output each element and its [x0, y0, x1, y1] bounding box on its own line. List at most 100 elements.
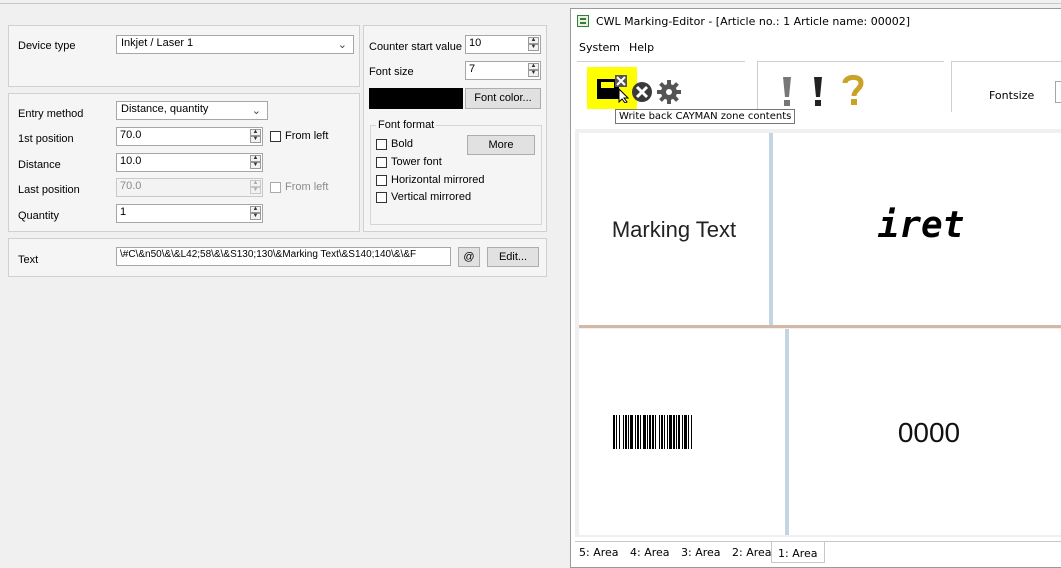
barcode-bar — [676, 415, 677, 449]
spin-down-button[interactable]: ▼ — [250, 213, 261, 220]
bold-checkbox[interactable] — [376, 139, 387, 150]
area-tabs: 5: Area 4: Area 3: Area 2: Area 1: Area — [575, 541, 1061, 564]
spin-up-button[interactable]: ▲ — [250, 129, 261, 136]
zone-1-text: Marking Text — [611, 217, 737, 242]
barcode-bar — [655, 415, 656, 449]
text-value: \#C\&n50\&\&L42;58\&\&S130;130\&Marking … — [120, 249, 417, 260]
cancel-icon — [632, 82, 652, 102]
zone-area: Marking Text iret 0000 — [575, 129, 1061, 537]
barcode-bar — [637, 415, 639, 449]
vertical-mirrored-checkbox[interactable] — [376, 192, 387, 203]
last-position-label: Last position — [18, 184, 80, 196]
menu-system[interactable]: System — [579, 41, 620, 54]
spin-down-button[interactable]: ▼ — [528, 44, 539, 51]
marking-editor-window: CWL Marking-Editor - [Article no.: 1 Art… — [570, 8, 1061, 568]
spin-down-button[interactable]: ▼ — [250, 162, 261, 169]
device-type-select[interactable]: Inkjet / Laser 1 ⌄ — [116, 35, 354, 54]
exclamation-icon — [814, 77, 822, 106]
spin-up-button[interactable]: ▲ — [528, 63, 539, 70]
tower-font-label: Tower font — [391, 156, 442, 168]
barcode-bar — [652, 415, 654, 449]
spin-up-button: ▲ — [250, 180, 261, 187]
spin-down-button[interactable]: ▼ — [250, 136, 261, 143]
tower-font-checkbox[interactable] — [376, 157, 387, 168]
from-left-checkbox[interactable] — [270, 131, 281, 142]
barcode-bar — [619, 415, 620, 449]
barcode-bar — [661, 415, 663, 449]
chevron-down-icon: ⌄ — [251, 105, 261, 117]
save-button[interactable] — [595, 73, 630, 104]
barcode-icon — [613, 415, 692, 449]
spin-down-button[interactable]: ▼ — [528, 70, 539, 77]
barcode-bar — [628, 415, 629, 449]
zone-2[interactable]: iret — [773, 133, 1061, 325]
barcode-bar — [640, 415, 641, 449]
save-icon — [597, 75, 630, 104]
spin-down-button: ▼ — [250, 187, 261, 194]
barcode-bar — [682, 415, 683, 449]
quantity-input[interactable]: 1 ▲ ▼ — [116, 204, 263, 223]
tab-area-5[interactable]: 5: Area — [579, 546, 619, 559]
tab-area-4[interactable]: 4: Area — [630, 546, 670, 559]
fontsize-input[interactable] — [1055, 81, 1061, 103]
font-format-title: Font format — [376, 119, 437, 131]
device-type-value: Inkjet / Laser 1 — [121, 37, 194, 49]
horizontal-mirrored-checkbox[interactable] — [376, 175, 387, 186]
settings-button[interactable] — [657, 80, 681, 104]
spin-up-button[interactable]: ▲ — [250, 155, 261, 162]
gear-icon — [657, 80, 681, 104]
tab-area-1[interactable]: 1: Area — [771, 542, 825, 563]
tooltip: Write back CAYMAN zone contents — [615, 109, 796, 124]
device-type-label: Device type — [18, 40, 76, 52]
menu-help[interactable]: Help — [629, 41, 654, 54]
zone-divider-h[interactable] — [579, 325, 1061, 328]
counter-start-input[interactable]: 10 ▲ ▼ — [465, 35, 541, 54]
edit-button[interactable]: Edit... — [487, 247, 539, 267]
distance-input[interactable]: 10.0 ▲ ▼ — [116, 153, 263, 172]
barcode-bar — [647, 415, 648, 449]
toolbar-group-3 — [951, 61, 1061, 112]
font-size-value: 7 — [469, 63, 476, 75]
tab-area-2[interactable]: 2: Area — [732, 546, 772, 559]
tab-area-3[interactable]: 3: Area — [681, 546, 721, 559]
vertical-mirrored-label: Vertical mirrored — [391, 191, 472, 203]
zone-1[interactable]: Marking Text — [579, 133, 769, 325]
warning-button-2[interactable] — [811, 75, 825, 107]
barcode-bar — [667, 415, 668, 449]
entry-method-select[interactable]: Distance, quantity ⌄ — [116, 101, 268, 120]
barcode-bar — [623, 415, 624, 449]
top-divider — [0, 3, 1061, 4]
question-icon — [842, 74, 864, 105]
spin-up-button[interactable]: ▲ — [528, 37, 539, 44]
at-button[interactable]: @ — [458, 247, 480, 267]
bold-label: Bold — [391, 138, 414, 150]
cancel-button[interactable] — [631, 81, 653, 103]
barcode-bar — [643, 415, 646, 449]
counter-start-label: Counter start value — [369, 41, 462, 53]
help-button[interactable] — [841, 73, 865, 107]
quantity-label: Quantity — [18, 210, 59, 222]
last-position-input: 70.0 ▲ ▼ — [116, 178, 263, 197]
font-color-button[interactable]: Font color... — [465, 88, 541, 109]
quantity-value: 1 — [120, 206, 127, 218]
barcode-bar — [669, 415, 672, 449]
text-label: Text — [18, 254, 39, 266]
entry-method-value: Distance, quantity — [121, 103, 209, 115]
zone-4-text: 0000 — [897, 417, 961, 448]
barcode-bar — [678, 415, 680, 449]
exclamation-icon — [783, 77, 791, 106]
spin-up-button[interactable]: ▲ — [250, 206, 261, 213]
last-position-value: 70.0 — [120, 180, 142, 192]
window-title: CWL Marking-Editor - [Article no.: 1 Art… — [596, 15, 911, 28]
zone-4[interactable]: 0000 — [789, 329, 1061, 535]
text-input[interactable]: \#C\&n50\&\&L42;58\&\&S130;130\&Marking … — [116, 247, 451, 266]
barcode-bar — [688, 415, 689, 449]
first-position-input[interactable]: 70.0 ▲ ▼ — [116, 127, 263, 146]
barcode-bar — [630, 415, 633, 449]
warning-button-1[interactable] — [780, 75, 794, 107]
more-button[interactable]: More — [467, 135, 535, 155]
chevron-down-icon: ⌄ — [337, 39, 347, 51]
zone-3[interactable] — [579, 329, 785, 535]
barcode-bar — [673, 415, 675, 449]
font-size-input[interactable]: 7 ▲ ▼ — [465, 61, 541, 80]
